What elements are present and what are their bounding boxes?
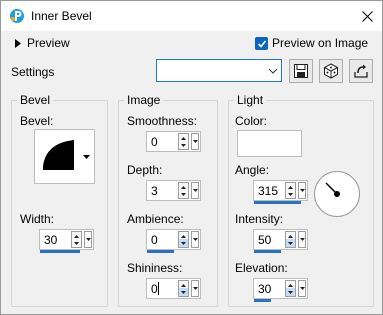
smoothness-spinbox[interactable]: 0	[146, 131, 201, 152]
width-label: Width:	[20, 212, 55, 226]
bevel-label: Bevel:	[20, 114, 54, 128]
light-group-title: Light	[234, 93, 267, 107]
intensity-level-bar	[254, 250, 281, 253]
preview-toggle[interactable]: Preview	[11, 35, 81, 51]
light-color-swatch[interactable]	[237, 130, 302, 157]
inner-bevel-dialog: Inner Bevel Preview Preview on Image Set…	[0, 0, 383, 315]
smoothness-slider-popup-icon[interactable]	[191, 133, 199, 150]
settings-label: Settings	[11, 65, 55, 79]
color-label: Color:	[235, 114, 268, 128]
angle-stepper[interactable]	[285, 182, 296, 199]
decrement-icon[interactable]	[286, 288, 295, 296]
close-icon	[361, 10, 373, 22]
ambience-stepper[interactable]	[178, 231, 189, 248]
smoothness-value: 0	[151, 135, 158, 149]
angle-level-bar	[254, 201, 301, 204]
preview-label: Preview	[27, 36, 70, 50]
save-icon	[294, 64, 308, 78]
chevron-right-icon	[15, 39, 21, 48]
depth-spinbox[interactable]: 3	[146, 180, 201, 201]
angle-slider-popup-icon[interactable]	[298, 182, 306, 199]
ambience-label: Ambience:	[127, 212, 184, 226]
ambience-slider-popup-icon[interactable]	[191, 231, 199, 248]
close-button[interactable]	[352, 1, 382, 31]
intensity-label: Intensity:	[235, 212, 284, 226]
elevation-label: Elevation:	[235, 261, 288, 275]
ambience-level-bar	[147, 250, 174, 253]
shininess-spinbox[interactable]: 0	[146, 278, 201, 299]
width-spinbox[interactable]: 30	[39, 229, 94, 253]
smoothness-label: Smoothness:	[127, 114, 198, 128]
angle-needle-icon	[325, 182, 340, 197]
decrement-icon[interactable]	[179, 141, 188, 149]
checkmark-icon	[257, 39, 266, 48]
shininess-slider-popup-icon[interactable]	[191, 280, 199, 297]
decrement-icon[interactable]	[286, 190, 295, 198]
decrement-icon[interactable]	[179, 190, 188, 198]
intensity-spinbox[interactable]: 50	[253, 229, 308, 253]
shininess-value: 0	[151, 282, 158, 296]
angle-label: Angle:	[235, 163, 270, 177]
bevel-shape-icon	[43, 140, 74, 170]
dropdown-arrow-icon	[81, 132, 92, 181]
shininess-label: Shininess:	[127, 261, 183, 275]
depth-label: Depth:	[127, 163, 163, 177]
elevation-level-bar	[254, 299, 272, 302]
decrement-icon[interactable]	[179, 288, 188, 296]
random-dice-icon	[324, 63, 338, 79]
width-level-bar	[40, 250, 80, 253]
elevation-value: 30	[258, 282, 272, 296]
elevation-stepper[interactable]	[285, 280, 296, 297]
settings-dropdown[interactable]	[156, 59, 282, 82]
depth-stepper[interactable]	[178, 182, 189, 199]
psp-logo-icon	[10, 9, 24, 23]
shininess-stepper[interactable]	[178, 280, 189, 297]
depth-value: 3	[151, 184, 158, 198]
bevel-shape-picker[interactable]	[34, 129, 95, 184]
width-value: 30	[44, 233, 58, 247]
randomize-button[interactable]	[319, 59, 343, 83]
preview-on-image-checkbox[interactable]	[255, 37, 268, 50]
bevel-group-title: Bevel	[17, 93, 54, 107]
text-cursor	[158, 282, 159, 295]
reset-button[interactable]	[349, 59, 373, 83]
elevation-slider-popup-icon[interactable]	[298, 280, 306, 297]
angle-dial[interactable]	[314, 171, 360, 217]
ambience-spinbox[interactable]: 0	[146, 229, 201, 253]
intensity-stepper[interactable]	[285, 231, 296, 248]
smoothness-stepper[interactable]	[178, 133, 189, 150]
window-title: Inner Bevel	[31, 9, 92, 23]
save-preset-button[interactable]	[289, 59, 313, 83]
decrement-icon[interactable]	[179, 239, 188, 247]
depth-slider-popup-icon[interactable]	[191, 182, 199, 199]
reset-icon	[354, 64, 368, 78]
angle-value: 315	[258, 184, 279, 198]
intensity-slider-popup-icon[interactable]	[298, 231, 306, 248]
ambience-value: 0	[151, 233, 158, 247]
angle-spinbox[interactable]: 315	[253, 180, 308, 204]
intensity-value: 50	[258, 233, 272, 247]
width-slider-popup-icon[interactable]	[84, 231, 92, 248]
decrement-icon[interactable]	[286, 239, 295, 247]
preview-on-image-label: Preview on Image	[272, 36, 369, 50]
title-bar: Inner Bevel	[1, 1, 382, 31]
width-stepper[interactable]	[71, 231, 82, 248]
elevation-spinbox[interactable]: 30	[253, 278, 308, 302]
decrement-icon[interactable]	[72, 239, 81, 247]
chevron-down-icon	[264, 60, 281, 81]
image-group-title: Image	[124, 93, 164, 107]
